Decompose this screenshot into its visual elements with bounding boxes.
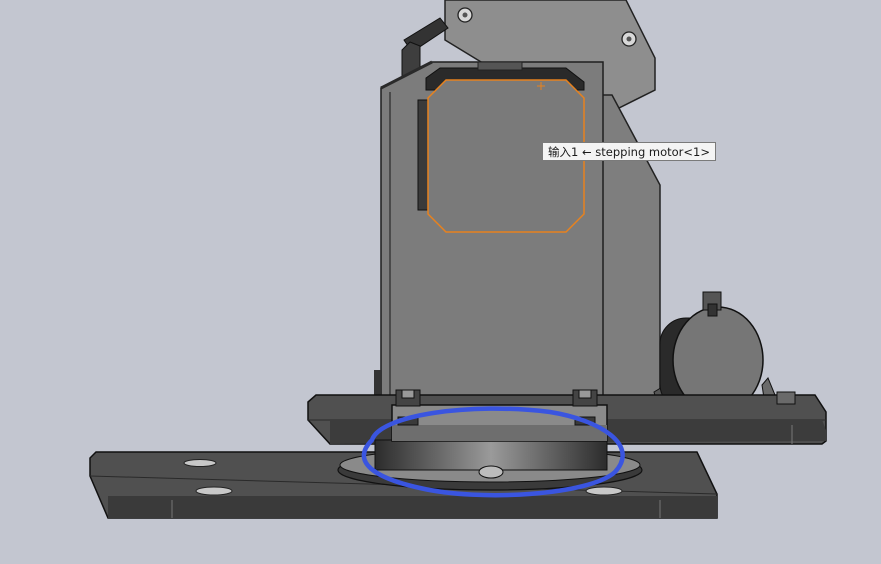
component-name: stepping motor<1> (595, 145, 710, 159)
mounting-hole (195, 486, 233, 496)
mounting-hole (183, 459, 217, 467)
cad-graphics-area[interactable]: 输入1 ← stepping motor<1> (0, 0, 881, 564)
mounting-hole (585, 486, 623, 496)
arrow-icon: ← (581, 145, 592, 159)
mate-label: 输入1 (548, 145, 579, 159)
mate-tooltip: 输入1 ← stepping motor<1> (542, 142, 716, 161)
